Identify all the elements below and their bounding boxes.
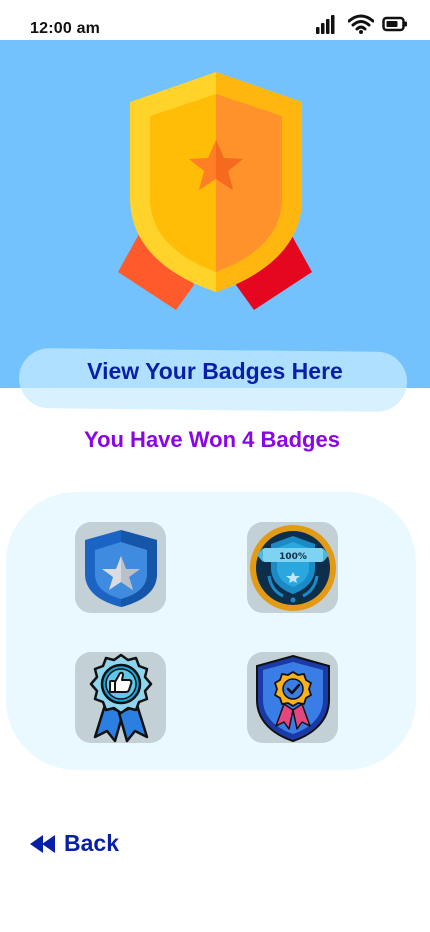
shield-medal-icon [118,72,312,310]
banner-title: View Your Badges Here [87,358,343,384]
badge-tile-check-shield[interactable] [247,652,338,743]
star-shield-badge-icon [84,529,157,607]
hundred-percent-badge-icon: 100% [249,524,336,611]
wifi-icon [348,14,374,34]
status-icons [316,14,408,34]
badge-tile-thumbs-up[interactable] [75,652,166,743]
badge-panel [6,492,416,770]
hero-section [0,40,430,388]
badge-tile-star-shield[interactable] [75,522,166,613]
check-shield-badge-icon [255,654,330,742]
battery-icon [382,16,407,32]
svg-text:100%: 100% [279,552,307,562]
back-button[interactable]: Back [30,830,119,857]
status-bar: 12:00 am [0,0,430,40]
thumbs-up-rosette-badge-icon [89,653,152,742]
badge-tile-hundred-percent[interactable]: 100% [247,522,338,613]
back-label: Back [64,830,119,856]
signal-icon [316,15,335,34]
badges-won-summary: You Have Won 4 Badges [84,427,340,452]
status-time: 12:00 am [30,20,101,37]
rewind-icon [30,834,55,853]
